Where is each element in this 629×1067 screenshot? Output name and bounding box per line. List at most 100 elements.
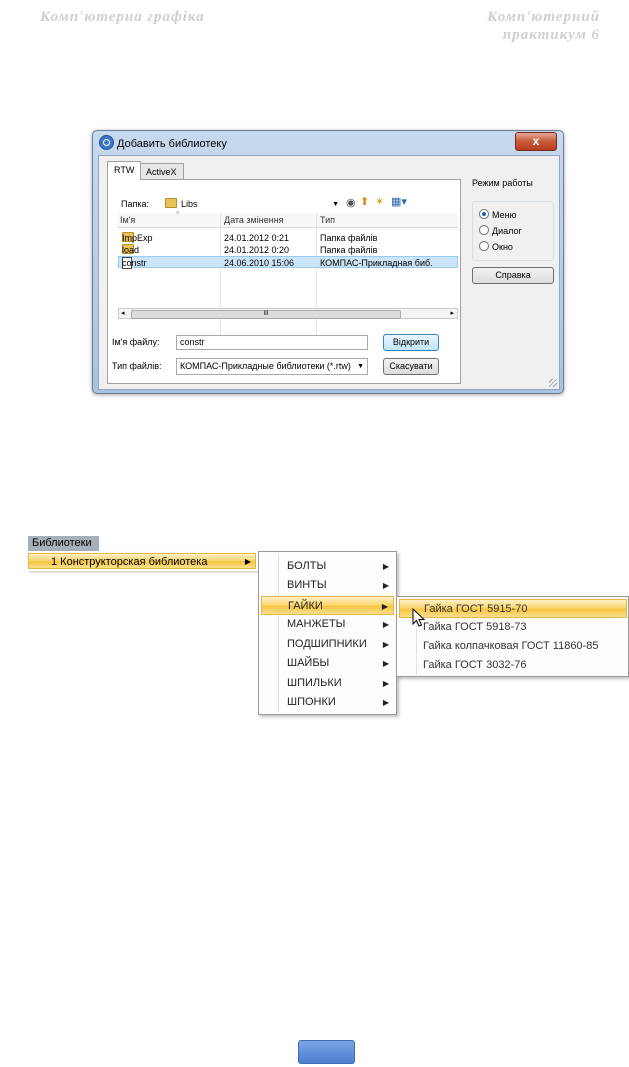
sort-arrow-icon: ^: [176, 211, 180, 218]
dialog-body: RTW ActiveX Папка: Libs ▼ ◉ ⬆ ✶ ▦▾ Ім'я …: [98, 155, 560, 390]
dialog-titlebar: Добавить библиотеку: [99, 134, 227, 154]
file-date: 24.01.2012 0:20: [224, 245, 290, 255]
radio-checked-icon: [479, 209, 489, 219]
radio-unchecked-icon: [479, 225, 489, 235]
submenu-arrow-icon: ▶: [382, 640, 389, 649]
column-name[interactable]: Ім'я: [120, 213, 135, 227]
file-row-selected[interactable]: constr 24.06.2010 15:06 КОМПАС-Прикладна…: [118, 256, 458, 269]
menu-item-keys[interactable]: ШПОНКИ ▶: [261, 693, 394, 712]
filetype-value: КОМПАС-Прикладные библиотеки (*.rtw): [180, 361, 351, 371]
radio-unchecked-icon: [479, 241, 489, 251]
file-name: load: [122, 245, 140, 255]
scroll-right-icon[interactable]: ▸: [450, 309, 454, 318]
file-date: 24.06.2010 15:06: [224, 258, 295, 268]
page-header-right-line2: практикум 6: [502, 27, 600, 43]
menu-item-label: ШПИЛЬКИ: [287, 677, 342, 689]
file-row[interactable]: load 24.01.2012 0:20 Папка файлів: [118, 244, 458, 256]
chevron-down-icon: ▼: [332, 201, 339, 208]
add-library-dialog: Добавить библиотеку x RTW ActiveX Папка:…: [92, 130, 564, 394]
page-nav-button[interactable]: [298, 1040, 355, 1064]
mode-group: Меню Диалог Окно: [472, 201, 554, 261]
horizontal-scrollbar[interactable]: ◂ III ▸: [118, 308, 458, 319]
submenu-arrow-icon: ▶: [382, 659, 389, 668]
folder-label: Папка:: [121, 199, 149, 209]
mouse-cursor-icon: [412, 608, 426, 627]
menu-item-design-library[interactable]: 1 Конструкторская библиотека ▶: [28, 553, 256, 569]
submenu-arrow-icon: ▶: [382, 562, 389, 571]
file-row[interactable]: ImpExp 24.01.2012 0:21 Папка файлів: [118, 232, 458, 244]
mode-title: Режим работы: [472, 178, 533, 188]
menu-item-nuts[interactable]: ГАЙКИ ▶: [261, 596, 394, 615]
column-type[interactable]: Тип: [320, 213, 335, 227]
resize-grip-icon[interactable]: [549, 379, 557, 387]
tab-rtw[interactable]: RTW: [107, 161, 142, 180]
file-type: Папка файлів: [320, 245, 378, 255]
submenu-arrow-icon: ▶: [381, 602, 388, 611]
menu-item-label: ШПОНКИ: [287, 696, 336, 708]
app-icon: [99, 135, 114, 150]
file-type: КОМПАС-Прикладная биб.: [320, 258, 433, 268]
mode-window-radio[interactable]: Окно: [479, 241, 513, 253]
folder-icon: [165, 198, 177, 208]
close-button[interactable]: x: [515, 132, 557, 151]
view-menu-icon[interactable]: ▦▾: [391, 196, 407, 209]
column-date[interactable]: Дата змінення: [224, 213, 284, 227]
file-name: ImpExp: [122, 233, 153, 243]
menubar-libraries[interactable]: Библиотеки: [28, 536, 99, 551]
menu-item-label: МАНЖЕТЫ: [287, 618, 346, 630]
submenu-arrow-icon: ▶: [244, 557, 251, 566]
menu-item-label: ПОДШИПНИКИ: [287, 638, 367, 650]
folder-combo[interactable]: Libs ▼: [162, 197, 342, 212]
mode-menu-label: Меню: [492, 210, 517, 220]
mode-dialog-label: Диалог: [492, 226, 522, 236]
mode-window-label: Окно: [492, 242, 513, 252]
menu-item-screws[interactable]: ВИНТЫ ▶: [261, 576, 394, 595]
libraries-menu: 1 Конструкторская библиотека ▶: [28, 551, 258, 571]
dialog-title: Добавить библиотеку: [117, 138, 227, 150]
filetype-label: Тип файлів:: [112, 361, 162, 371]
menu-item-label: ШАЙБЫ: [287, 657, 330, 669]
new-folder-icon[interactable]: ✶: [375, 196, 384, 209]
menu-item-nut-gost-5915-70[interactable]: Гайка ГОСТ 5915-70: [399, 599, 627, 618]
filetype-select[interactable]: КОМПАС-Прикладные библиотеки (*.rtw) ▼: [176, 358, 368, 375]
filename-input[interactable]: constr: [176, 335, 368, 350]
menu-item-cap-nut-gost-11860-85[interactable]: Гайка колпачковая ГОСТ 11860-85: [399, 637, 627, 656]
open-button[interactable]: Відкрити: [383, 334, 439, 351]
chevron-down-icon: ▼: [357, 363, 364, 370]
page-header-right-line1: Комп'ютерний: [487, 9, 600, 25]
fasteners-menu: БОЛТЫ ▶ ВИНТЫ ▶ ГАЙКИ ▶ МАНЖЕТЫ ▶ ПОДШИПНИКИ…: [258, 551, 397, 715]
menu-item-label: ВИНТЫ: [287, 579, 327, 591]
menu-item-bearings[interactable]: ПОДШИПНИКИ ▶: [261, 635, 394, 654]
submenu-arrow-icon: ▶: [382, 698, 389, 707]
menu-item-nut-gost-5918-73[interactable]: Гайка ГОСТ 5918-73: [399, 618, 627, 637]
file-date: 24.01.2012 0:21: [224, 233, 290, 243]
scroll-left-icon[interactable]: ◂: [121, 309, 125, 318]
menu-item-bolts[interactable]: БОЛТЫ ▶: [261, 557, 394, 576]
menu-item-label: ГАЙКИ: [288, 600, 323, 612]
submenu-arrow-icon: ▶: [382, 581, 389, 590]
filename-label: Ім'я файлу:: [112, 337, 160, 347]
file-name: constr: [122, 258, 147, 268]
tab-activex[interactable]: ActiveX: [139, 163, 184, 180]
scroll-thumb[interactable]: III: [131, 310, 401, 319]
cancel-button[interactable]: Скасувати: [383, 358, 439, 375]
nuts-submenu: Гайка ГОСТ 5915-70 Гайка ГОСТ 5918-73 Га…: [396, 596, 629, 677]
up-folder-icon[interactable]: ⬆: [360, 196, 369, 209]
page-header-right: Комп'ютерний практикум 6: [487, 8, 600, 44]
file-type: Папка файлів: [320, 233, 378, 243]
menu-item-label: 1 Конструкторская библиотека: [51, 556, 208, 568]
menu-item-label: БОЛТЫ: [287, 560, 327, 572]
tab-panel: Папка: Libs ▼ ◉ ⬆ ✶ ▦▾ Ім'я ^ Дата зміне…: [107, 179, 461, 384]
folder-value: Libs: [181, 199, 198, 209]
page-header-left: Комп'ютерна графіка: [40, 9, 205, 25]
submenu-arrow-icon: ▶: [382, 679, 389, 688]
menu-item-washers[interactable]: ШАЙБЫ ▶: [261, 654, 394, 673]
mode-dialog-radio[interactable]: Диалог: [479, 225, 522, 237]
back-icon[interactable]: ◉: [346, 197, 356, 210]
menu-item-studs[interactable]: ШПИЛЬКИ ▶: [261, 674, 394, 693]
menu-item-nut-gost-3032-76[interactable]: Гайка ГОСТ 3032-76: [399, 656, 627, 675]
mode-menu-radio[interactable]: Меню: [479, 209, 516, 221]
submenu-arrow-icon: ▶: [382, 620, 389, 629]
help-button[interactable]: Справка: [472, 267, 554, 284]
menu-item-seals[interactable]: МАНЖЕТЫ ▶: [261, 615, 394, 634]
